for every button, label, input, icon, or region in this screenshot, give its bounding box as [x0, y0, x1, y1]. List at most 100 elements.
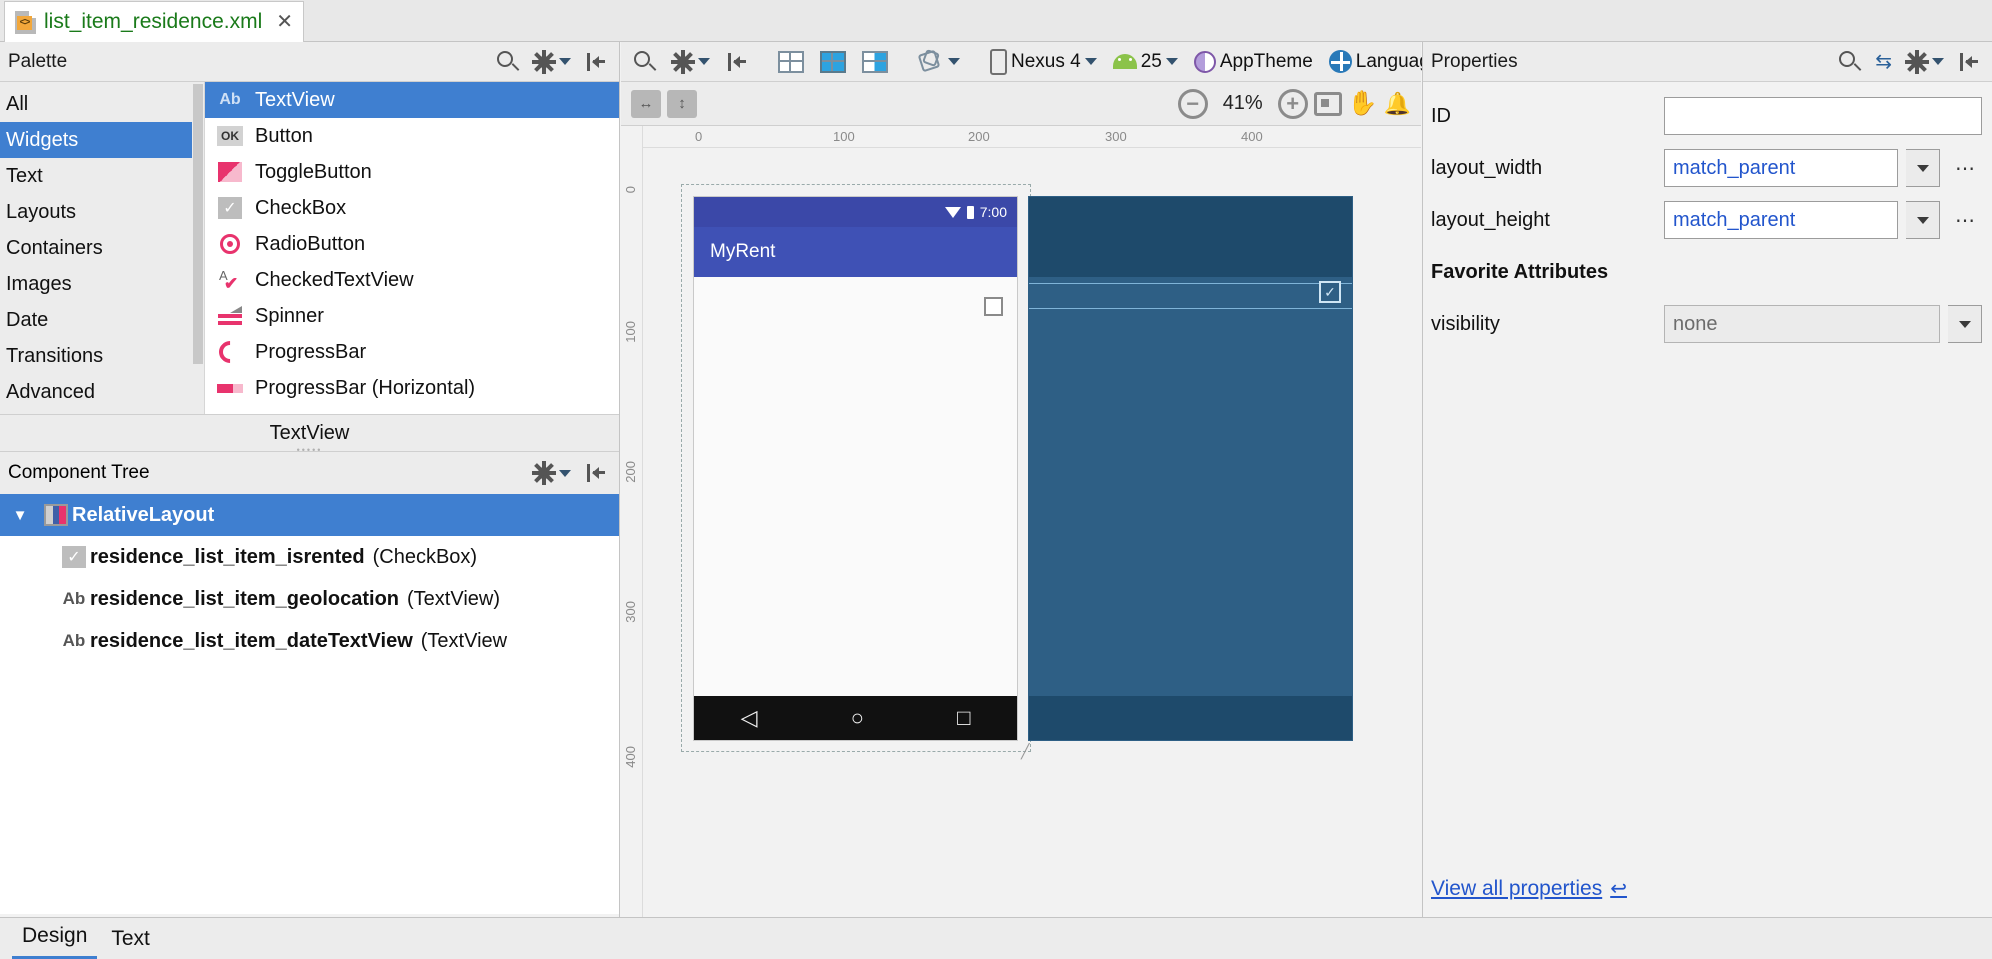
property-label-layout-height: layout_height	[1431, 209, 1656, 232]
design-view-button[interactable]	[771, 45, 811, 79]
close-icon[interactable]: ✕	[276, 12, 293, 32]
tree-gear-button[interactable]	[533, 462, 571, 484]
resize-handle[interactable]: ╱	[1021, 743, 1029, 760]
collapse-icon[interactable]	[585, 51, 607, 73]
fit-width-icon[interactable]: ↔	[631, 90, 661, 118]
device-nav-bar: ◁ ○ □	[694, 696, 1017, 740]
api-selector[interactable]: 25	[1106, 45, 1185, 79]
palette-category-widgets[interactable]: Widgets	[0, 122, 192, 158]
theme-label: AppTheme	[1220, 51, 1313, 73]
textview-icon: Ab	[58, 589, 90, 609]
device-content	[694, 277, 1017, 696]
layout-width-dropdown[interactable]	[1906, 149, 1940, 187]
theme-icon	[1194, 51, 1216, 73]
view-all-properties-link[interactable]: View all properties ↩	[1431, 876, 1627, 901]
blueprint-status-bar	[1029, 197, 1352, 227]
palette-category-containers[interactable]: Containers	[0, 230, 192, 266]
app-title: MyRent	[710, 241, 775, 263]
palette-item-progressbar-horizontal[interactable]: ProgressBar (Horizontal)	[205, 370, 619, 406]
search-icon[interactable]	[497, 51, 519, 73]
horizontal-ruler: 0 100 200 300 400	[643, 126, 1421, 148]
chevron-down-icon[interactable]: ▼	[0, 507, 40, 524]
layout-width-field[interactable]: match_parent	[1664, 149, 1898, 187]
pan-hand-icon[interactable]: ✋	[1348, 89, 1378, 118]
nav-home-icon: ○	[851, 705, 864, 731]
id-field[interactable]	[1664, 97, 1982, 135]
properties-panel: Properties ⇆ ID layout_width match_paren…	[1422, 42, 1992, 917]
palette-item-togglebutton[interactable]: ToggleButton	[205, 154, 619, 190]
nav-recents-icon: □	[957, 705, 970, 731]
theme-selector[interactable]: AppTheme	[1187, 45, 1320, 79]
search-icon[interactable]	[1839, 51, 1861, 73]
palette-item-checkbox[interactable]: ✓ CheckBox	[205, 190, 619, 226]
visibility-dropdown[interactable]	[1948, 305, 1982, 343]
property-row-visibility: visibility none	[1423, 298, 1992, 350]
palette-category-transitions[interactable]: Transitions	[0, 338, 192, 374]
layout-height-field[interactable]: match_parent	[1664, 201, 1898, 239]
visibility-field[interactable]: none	[1664, 305, 1940, 343]
split-view-button[interactable]	[855, 45, 895, 79]
blueprint-nav-bar	[1029, 696, 1352, 740]
sort-icon[interactable]: ⇆	[1875, 49, 1892, 74]
collapse-icon[interactable]	[585, 462, 607, 484]
tree-node-geolocation[interactable]: Ab residence_list_item_geolocation (Text…	[0, 578, 619, 620]
palette-item-radiobutton[interactable]: RadioButton	[205, 226, 619, 262]
collapse-icon[interactable]	[1958, 51, 1980, 73]
button-ok-icon: OK	[217, 125, 243, 147]
palette-category-all[interactable]: All	[0, 86, 192, 122]
editor-tab-list-item-residence[interactable]: <> list_item_residence.xml ✕	[4, 1, 304, 42]
property-label-layout-width: layout_width	[1431, 157, 1656, 180]
palette-category-layouts[interactable]: Layouts	[0, 194, 192, 230]
blueprint-checkbox[interactable]: ✓	[1319, 281, 1341, 303]
property-label-visibility: visibility	[1431, 313, 1656, 336]
wifi-icon	[945, 207, 961, 218]
device-preview[interactable]: 7:00 MyRent ◁ ○ □	[693, 196, 1018, 741]
palette-category-advanced[interactable]: Advanced	[0, 374, 192, 410]
zoom-out-icon[interactable]: −	[1178, 89, 1208, 119]
palette-category-images[interactable]: Images	[0, 266, 192, 302]
device-label: Nexus 4	[1011, 51, 1081, 73]
palette-item-button[interactable]: OK Button	[205, 118, 619, 154]
layout-height-dropdown[interactable]	[1906, 201, 1940, 239]
gear-icon	[533, 462, 555, 484]
design-gear-button[interactable]	[665, 45, 717, 79]
device-selector[interactable]: Nexus 4	[983, 45, 1104, 79]
tree-node-datetextview[interactable]: Ab residence_list_item_dateTextView (Tex…	[0, 620, 619, 662]
design-collapse-button[interactable]	[719, 45, 755, 79]
blueprint-view-button[interactable]	[813, 45, 853, 79]
design-canvas[interactable]: 0 100 200 300 400 7:00 MyRent	[643, 126, 1421, 917]
fit-height-icon[interactable]: ↕	[667, 90, 697, 118]
blueprint-preview[interactable]: ✓	[1028, 196, 1353, 741]
component-tree-body: ▼ RelativeLayout ✓ residence_list_item_i…	[0, 494, 619, 914]
tree-node-relativelayout[interactable]: ▼ RelativeLayout	[0, 494, 619, 536]
zoom-fit-icon[interactable]	[1314, 92, 1342, 116]
palette-item-progressbar[interactable]: ProgressBar	[205, 334, 619, 370]
orientation-button[interactable]	[911, 45, 967, 79]
chevron-down-icon	[559, 470, 571, 477]
resize-grip[interactable]: •••••	[297, 445, 323, 455]
palette-category-text[interactable]: Text	[0, 158, 192, 194]
layout-width-more-button[interactable]: ⋯	[1948, 156, 1982, 181]
palette-gear-button[interactable]	[533, 51, 571, 73]
issues-bell-icon[interactable]: 🔔	[1384, 91, 1411, 117]
progressbar-icon	[217, 341, 243, 363]
tab-text[interactable]: Text	[101, 923, 160, 959]
design-search-button[interactable]	[627, 45, 663, 79]
palette-title: Palette	[8, 51, 497, 73]
favorite-attributes-section: Favorite Attributes	[1423, 246, 1992, 298]
palette-item-spinner[interactable]: Spinner	[205, 298, 619, 334]
tree-node-isrented[interactable]: ✓ residence_list_item_isrented (CheckBox…	[0, 536, 619, 578]
layout-height-more-button[interactable]: ⋯	[1948, 208, 1982, 233]
palette-category-date[interactable]: Date	[0, 302, 192, 338]
properties-gear-button[interactable]	[1906, 51, 1944, 73]
nav-back-icon: ◁	[741, 705, 758, 731]
design-surface: Nexus 4 25 AppTheme Language ↔ ↕ −	[621, 42, 1421, 917]
zoom-in-icon[interactable]: +	[1278, 89, 1308, 119]
palette-item-textview[interactable]: Ab TextView	[205, 82, 619, 118]
chevron-down-icon	[1932, 58, 1944, 65]
palette-category-scrollbar[interactable]	[192, 82, 204, 414]
preview-checkbox[interactable]	[984, 297, 1003, 316]
palette-item-checkedtextview[interactable]: A✔ CheckedTextView	[205, 262, 619, 298]
globe-icon	[1329, 50, 1352, 73]
tab-design[interactable]: Design	[12, 920, 97, 959]
